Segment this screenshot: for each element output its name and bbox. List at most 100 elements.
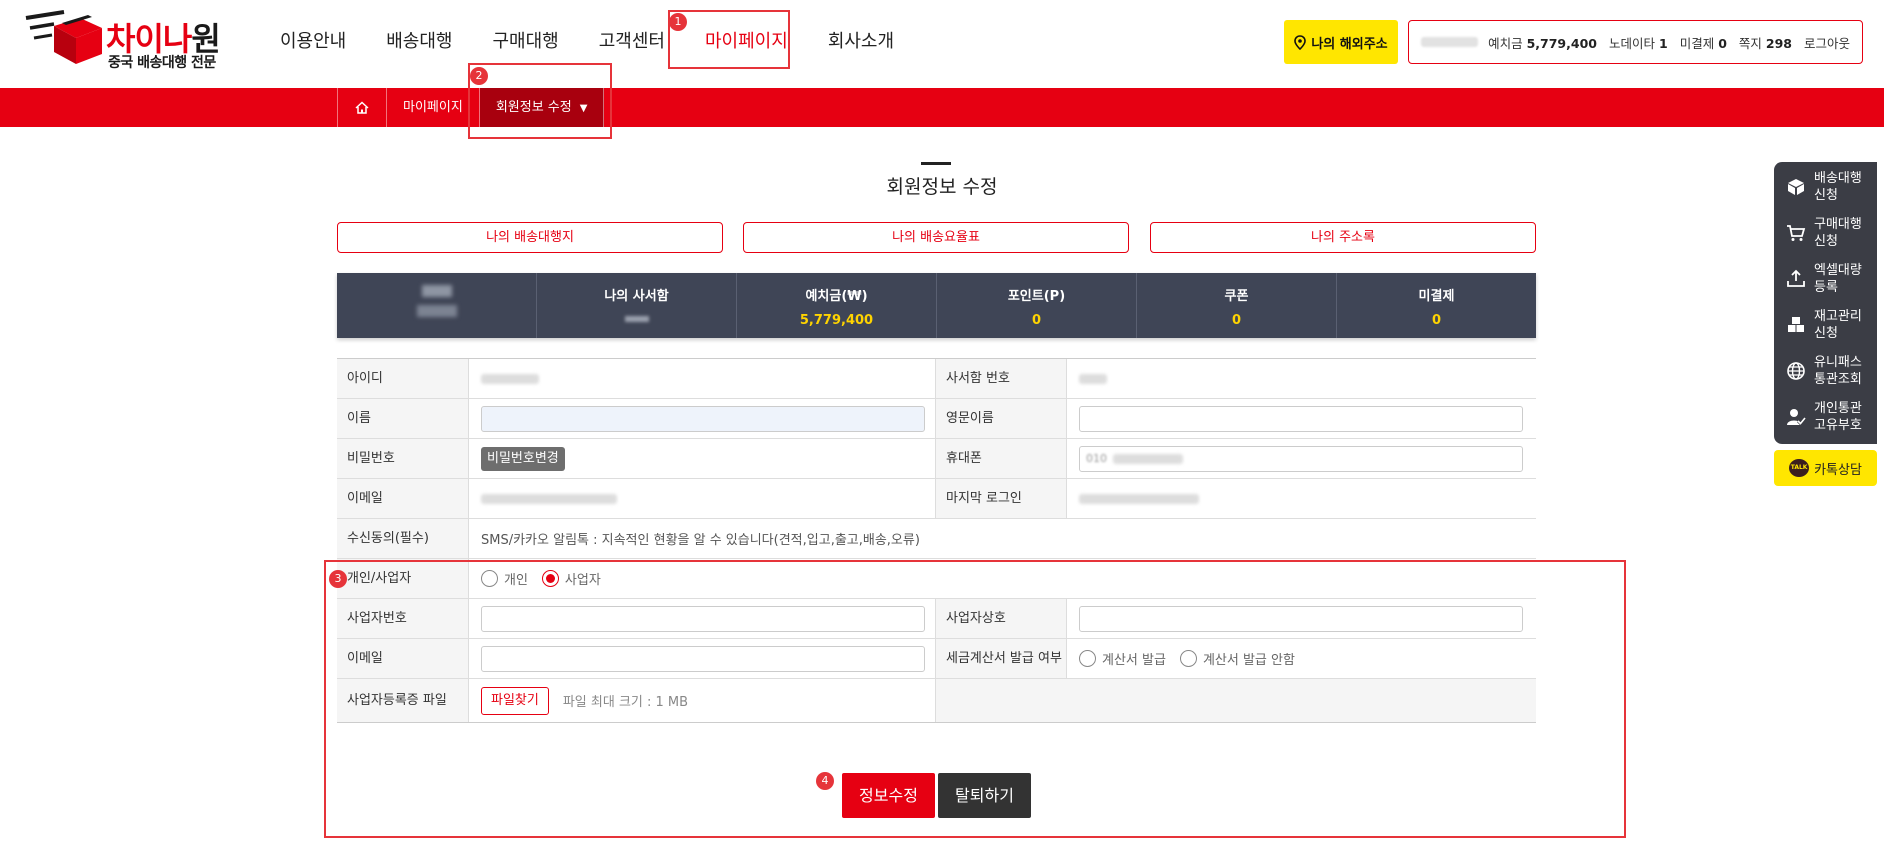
name-label: 이름	[337, 399, 468, 438]
summary-unpaid-value: 0	[1431, 313, 1442, 328]
nav-support[interactable]: 고객센터	[579, 0, 685, 88]
eng-name-cell	[1066, 399, 1536, 438]
phone-input[interactable]: 010	[1079, 445, 1523, 472]
change-password-button[interactable]: 비밀번호변경	[481, 446, 565, 471]
kakao-talk-icon: TALK	[1789, 459, 1810, 477]
form-row-id: 아이디 사서함 번호	[337, 359, 1536, 399]
nav-shipping[interactable]: 배송대행	[366, 0, 472, 88]
quick-inventory[interactable]: 재고관리 신청	[1774, 302, 1877, 348]
email-value	[468, 479, 935, 518]
breadcrumb-mypage[interactable]: 마이페이지	[387, 88, 480, 127]
notes-status[interactable]: 쪽지 298	[1739, 33, 1792, 52]
user-status-bar: 예치금 5,779,400 노데이타 1 미결제 0 쪽지 298 로그아웃	[1408, 20, 1863, 64]
logout-link[interactable]: 로그아웃	[1804, 33, 1850, 52]
form-row-business-file: 사업자등록증 파일 파일찾기 파일 최대 크기 : 1 MB	[337, 679, 1536, 723]
business-name-input[interactable]	[1079, 605, 1523, 632]
business-number-cell	[468, 599, 935, 638]
email-value-redacted	[481, 493, 617, 504]
radio-business-circle	[541, 570, 559, 587]
overseas-address-button[interactable]: 나의 해외주소	[1284, 20, 1398, 64]
summary-mailbox-value-redacted	[624, 316, 649, 322]
annotation-number-3: 3	[329, 570, 347, 588]
radio-personal[interactable]: 개인	[481, 569, 528, 588]
business-number-input[interactable]	[481, 605, 925, 632]
phone-label: 휴대폰	[935, 439, 1066, 478]
mailbox-value	[1066, 359, 1536, 398]
member-type-label: 개인/사업자	[337, 559, 468, 598]
business-name-cell	[1066, 599, 1536, 638]
summary-deposit-value: 5,779,400	[799, 313, 874, 328]
name-cell	[468, 399, 935, 438]
consent-text: SMS/카카오 알림톡 : 지속적인 현황을 알 수 있습니다(견적,입고,출고…	[468, 519, 1536, 558]
nav-company[interactable]: 회사소개	[808, 0, 914, 88]
update-info-button[interactable]: 정보수정	[842, 773, 935, 818]
nav-guide[interactable]: 이용안내	[260, 0, 366, 88]
id-value	[468, 359, 935, 398]
consent-label: 수신동의(필수)	[337, 519, 468, 558]
radio-business-label: 사업자	[564, 573, 601, 588]
file-size-note: 파일 최대 크기 : 1 MB	[562, 695, 689, 710]
password-label: 비밀번호	[337, 439, 468, 478]
account-summary: 나의 사서함 예치금(₩) 5,779,400 포인트(P) 0 쿠폰 0 미결…	[337, 273, 1536, 338]
quick-customs-code[interactable]: 개인통관 고유부호	[1774, 394, 1877, 440]
summary-coupons: 쿠폰 0	[1137, 273, 1337, 338]
my-shipping-rate-button[interactable]: 나의 배송요율표	[743, 222, 1129, 253]
sub-nav: 마이페이지 회원정보 수정 ▼	[0, 88, 1884, 127]
summary-points-label: 포인트(P)	[1007, 289, 1066, 304]
form-row-email: 이메일 마지막 로그인	[337, 479, 1536, 519]
eng-name-input[interactable]	[1079, 405, 1523, 432]
summary-unpaid-label: 미결제	[1418, 289, 1455, 304]
quick-customs-code-label: 개인통관 고유부호	[1814, 401, 1862, 433]
radio-personal-label: 개인	[504, 573, 528, 588]
withdraw-button[interactable]: 탈퇴하기	[938, 773, 1031, 818]
business-name-label: 사업자상호	[935, 599, 1066, 638]
nav-mypage[interactable]: 마이페이지	[685, 0, 808, 88]
name-input[interactable]	[481, 405, 925, 432]
box-icon	[1788, 179, 1804, 195]
member-type-options: 개인 사업자	[468, 559, 1536, 598]
upload-icon	[1787, 269, 1805, 287]
summary-user	[337, 273, 537, 338]
main-nav: 이용안내 배송대행 구매대행 고객센터 마이페이지 회사소개	[260, 0, 914, 88]
breadcrumb-edit-profile[interactable]: 회원정보 수정 ▼	[479, 88, 605, 127]
quick-shipping-request-label: 배송대행 신청	[1814, 171, 1862, 203]
logo[interactable]: 차이나원 중국 배송대행 전문	[24, 10, 224, 72]
id-label: 아이디	[337, 359, 468, 398]
form-row-password: 비밀번호 비밀번호변경 휴대폰 010	[337, 439, 1536, 479]
home-button[interactable]	[337, 88, 387, 127]
nav-purchase[interactable]: 구매대행	[473, 0, 579, 88]
id-value-redacted	[481, 373, 539, 384]
file-browse-button[interactable]: 파일찾기	[481, 686, 549, 715]
empty-cell	[935, 679, 1536, 722]
my-address-book-button[interactable]: 나의 주소록	[1150, 222, 1536, 253]
radio-business[interactable]: 사업자	[541, 569, 601, 588]
home-icon	[355, 101, 369, 114]
username-redacted	[1421, 37, 1479, 47]
caret-down-icon: ▼	[579, 103, 588, 114]
quick-shipping-request[interactable]: 배송대행 신청	[1774, 164, 1877, 210]
quick-excel-upload-label: 엑셀대량 등록	[1814, 263, 1862, 295]
header: 차이나원 중국 배송대행 전문 이용안내 배송대행 구매대행 고객센터 마이페이…	[0, 0, 1884, 88]
summary-coupons-label: 쿠폰	[1224, 289, 1249, 304]
globe-icon	[1787, 362, 1805, 380]
business-email-input[interactable]	[481, 645, 925, 672]
nodata-status: 노데이타 1	[1608, 35, 1668, 51]
phone-value-partial: 010	[1086, 452, 1107, 465]
quick-purchase-request[interactable]: 구매대행 신청	[1774, 210, 1877, 256]
form-row-consent: 수신동의(필수) SMS/카카오 알림톡 : 지속적인 현황을 알 수 있습니다…	[337, 519, 1536, 559]
logo-box-icon	[25, 10, 102, 64]
mailbox-label: 사서함 번호	[935, 359, 1066, 398]
radio-invoice-no-issue[interactable]: 계산서 발급 안함	[1179, 649, 1295, 668]
radio-invoice-no-issue-label: 계산서 발급 안함	[1202, 653, 1295, 668]
last-login-value-redacted	[1079, 493, 1199, 504]
email-label: 이메일	[337, 479, 468, 518]
radio-personal-circle	[481, 570, 498, 587]
quick-excel-upload[interactable]: 엑셀대량 등록	[1774, 256, 1877, 302]
annotation-number-2: 2	[470, 67, 488, 85]
radio-invoice-issue[interactable]: 계산서 발급	[1079, 649, 1166, 668]
my-shipping-address-button[interactable]: 나의 배송대행지	[337, 222, 723, 253]
user-grade-redacted	[416, 305, 457, 317]
radio-invoice-no-issue-circle	[1179, 650, 1197, 667]
kakao-consult-button[interactable]: TALK 카톡상담	[1774, 450, 1877, 486]
quick-unipass[interactable]: 유니패스 통관조회	[1774, 348, 1877, 394]
